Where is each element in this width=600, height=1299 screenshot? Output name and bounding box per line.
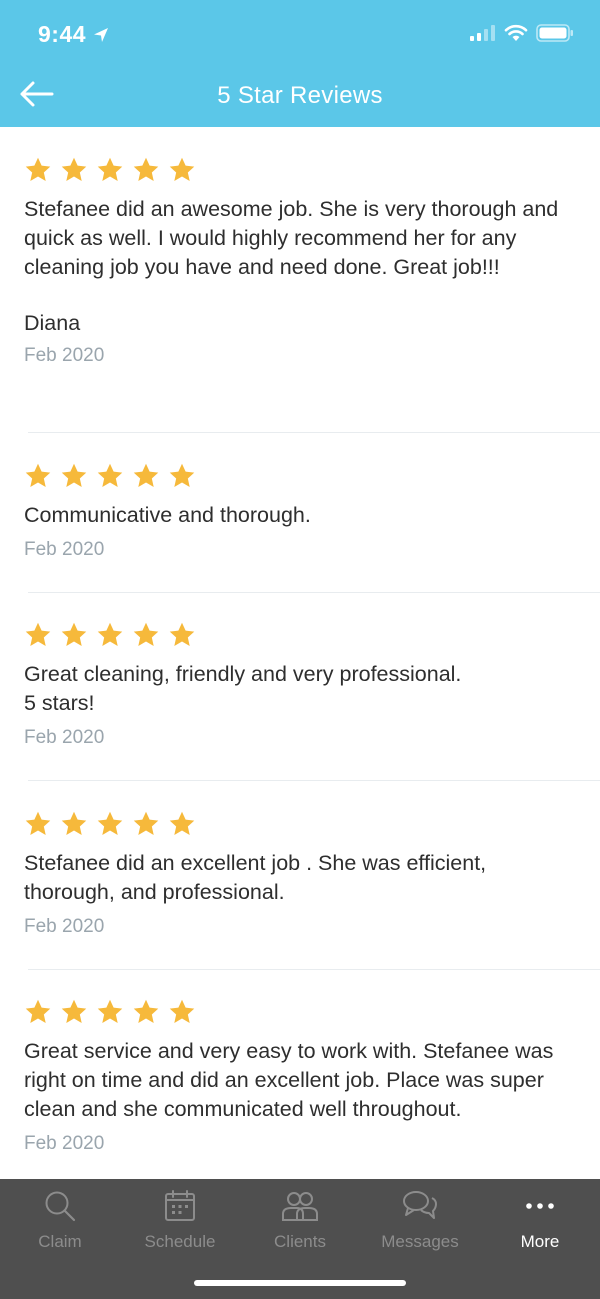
tab-label: Messages (381, 1232, 459, 1251)
review-date: Feb 2020 (24, 1133, 105, 1154)
tab-claim[interactable]: Claim (0, 1179, 120, 1259)
star-rating (24, 621, 600, 649)
messages-icon (403, 1191, 437, 1219)
status-time-text: 9:44 (38, 21, 87, 47)
divider (28, 592, 600, 593)
tab-label: Clients (274, 1232, 326, 1251)
divider (28, 780, 600, 781)
star-icon (133, 622, 159, 646)
status-indicators (470, 24, 574, 42)
star-icon (25, 157, 51, 181)
reviews-list[interactable]: Stefanee did an awesome job. She is very… (0, 127, 600, 1179)
star-icon (97, 811, 123, 835)
star-icon (133, 999, 159, 1023)
tab-bar: Claim Schedule Clients Messages More (0, 1179, 600, 1299)
search-icon (45, 1191, 76, 1222)
review-text: Stefanee did an awesome job. She is very… (24, 197, 559, 279)
home-indicator[interactable] (194, 1280, 406, 1286)
tab-schedule[interactable]: Schedule (120, 1179, 240, 1259)
divider (28, 969, 600, 970)
star-icon (25, 999, 51, 1023)
signal-icon (470, 25, 495, 41)
review-text: Stefanee did an excellent job . She was … (24, 851, 487, 904)
review-item: Stefanee did an excellent job . She was … (24, 810, 600, 938)
battery-icon (536, 24, 573, 42)
tab-clients[interactable]: Clients (240, 1179, 360, 1259)
tab-label: Schedule (144, 1232, 216, 1251)
app-header: 9:44 5 Star Reviews (0, 0, 600, 127)
tab-label: More (520, 1232, 560, 1251)
review-text: Communicative and thorough. (24, 503, 311, 527)
clients-icon (282, 1192, 318, 1221)
review-text: Great service and very easy to work with… (24, 1039, 554, 1121)
review-item: Great cleaning, friendly and very profes… (24, 621, 600, 749)
star-icon (97, 157, 123, 181)
review-item: Stefanee did an awesome job. She is very… (24, 156, 600, 367)
review-text: Great cleaning, friendly and very profes… (24, 662, 462, 715)
star-icon (61, 157, 87, 181)
star-icon (25, 463, 51, 487)
star-icon (61, 811, 87, 835)
location-arrow-icon (94, 27, 109, 42)
star-icon (169, 463, 195, 487)
star-icon (97, 622, 123, 646)
star-icon (25, 622, 51, 646)
page-title: 5 Star Reviews (217, 82, 383, 109)
review-item: Great service and very easy to work with… (24, 998, 600, 1155)
star-rating (24, 156, 600, 184)
star-icon (169, 157, 195, 181)
status-time: 9:44 (38, 21, 110, 48)
star-icon (169, 811, 195, 835)
tab-more[interactable]: More (480, 1179, 600, 1259)
review-date: Feb 2020 (24, 539, 105, 560)
star-rating (24, 462, 600, 490)
star-icon (97, 999, 123, 1023)
review-date: Feb 2020 (24, 345, 105, 366)
review-item: Communicative and thorough. Feb 2020 (24, 462, 600, 561)
star-icon (169, 622, 195, 646)
more-icon (526, 1203, 554, 1209)
star-icon (25, 811, 51, 835)
star-icon (97, 463, 123, 487)
tab-label: Claim (38, 1232, 82, 1251)
star-icon (133, 463, 159, 487)
calendar-icon (165, 1190, 195, 1221)
star-rating (24, 998, 600, 1026)
star-icon (61, 622, 87, 646)
wifi-icon (504, 24, 528, 41)
star-icon (133, 157, 159, 181)
review-date: Feb 2020 (24, 916, 105, 937)
star-icon (169, 999, 195, 1023)
star-icon (61, 463, 87, 487)
star-icon (61, 999, 87, 1023)
tab-messages[interactable]: Messages (360, 1179, 480, 1259)
reviewer-name: Diana (24, 311, 81, 335)
star-rating (24, 810, 600, 838)
divider (28, 432, 600, 433)
review-date: Feb 2020 (24, 727, 105, 748)
star-icon (133, 811, 159, 835)
